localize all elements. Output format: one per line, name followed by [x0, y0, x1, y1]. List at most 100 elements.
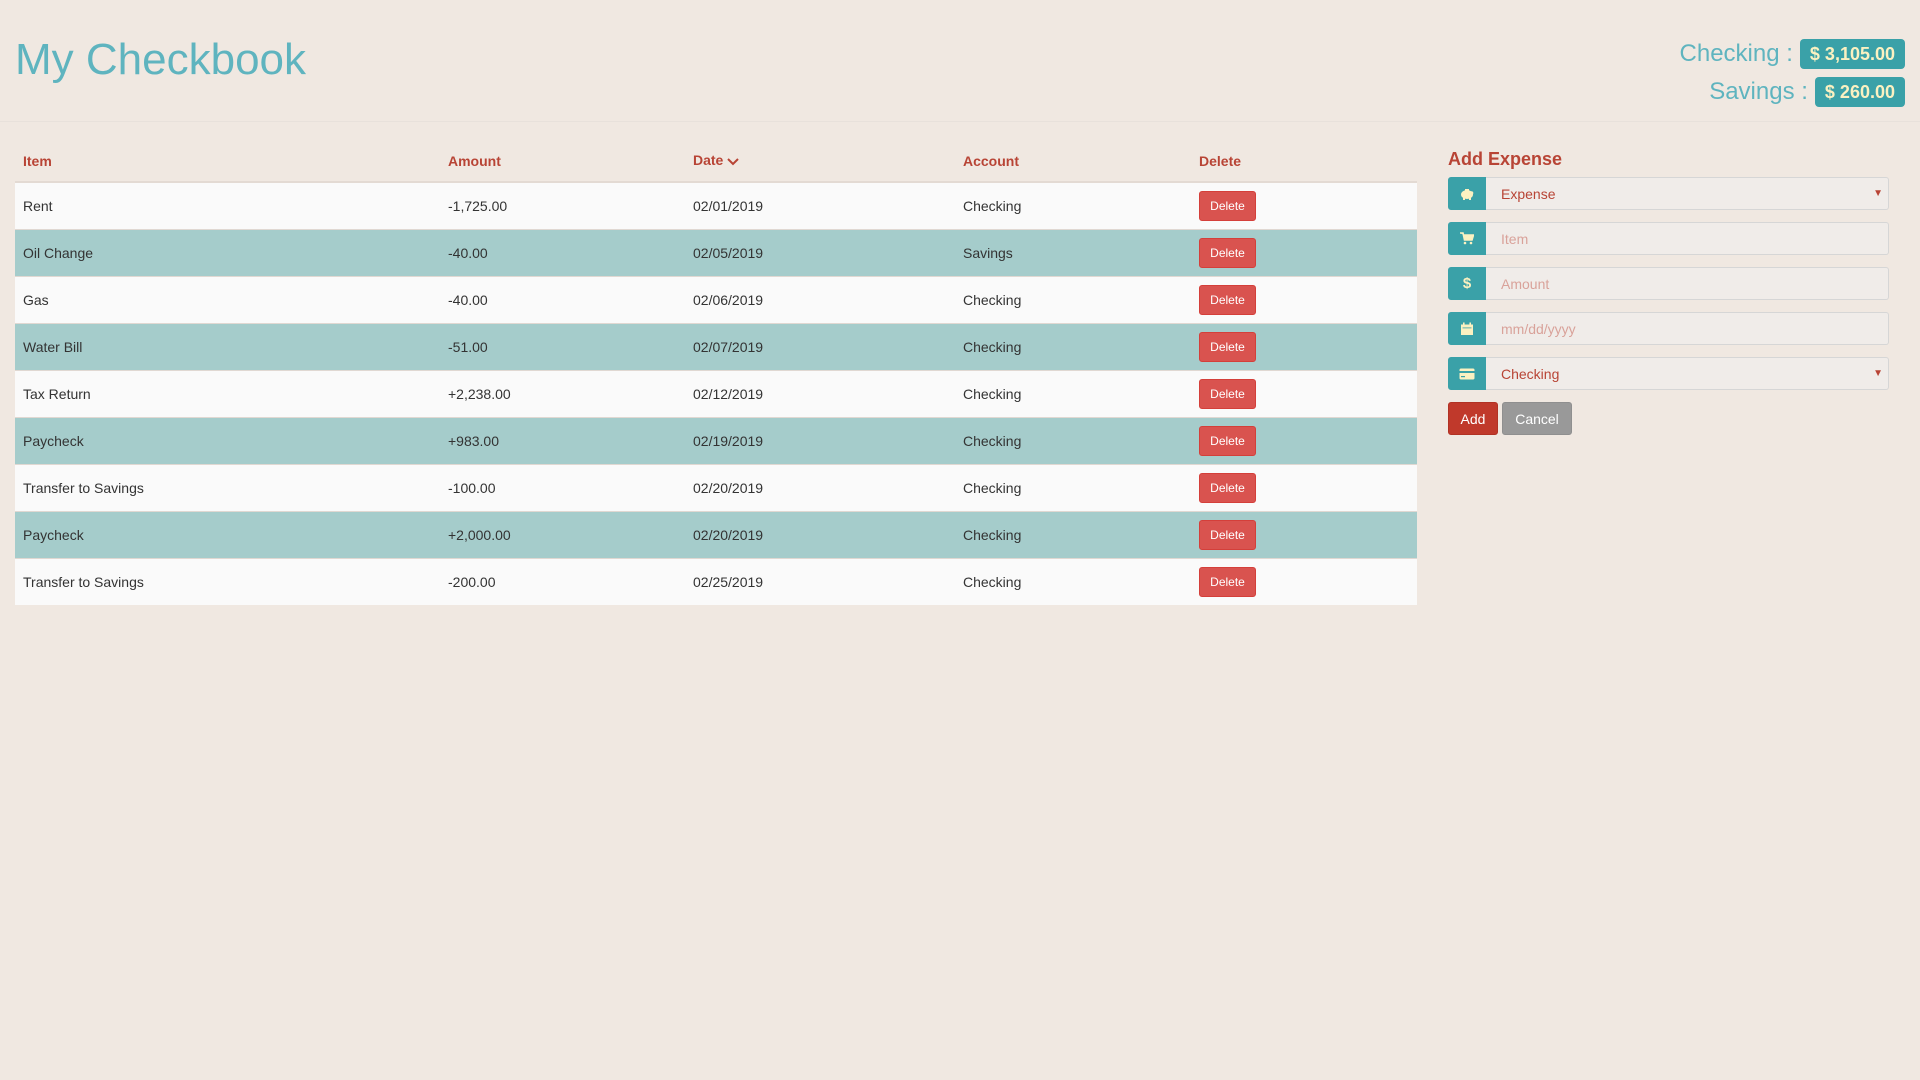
transactions-table: Item Amount Date Account Delete Rent -1,…: [15, 144, 1417, 605]
cell-item: Tax Return: [15, 370, 440, 418]
column-header-date-label: Date: [693, 151, 724, 168]
column-header-account[interactable]: Account: [955, 144, 1191, 183]
amount-input[interactable]: [1486, 267, 1889, 300]
type-field: Expense ▼: [1448, 177, 1889, 210]
cell-amount: +983.00: [440, 417, 685, 465]
form-title: Add Expense: [1448, 149, 1563, 169]
cell-account: Checking: [955, 464, 1191, 512]
cell-date: 02/06/2019: [685, 276, 955, 324]
cell-delete: Delete: [1191, 464, 1417, 512]
cell-amount: +2,238.00: [440, 370, 685, 418]
table-header: Item Amount Date Account Delete: [15, 144, 1417, 183]
delete-button[interactable]: Delete: [1199, 520, 1256, 550]
cell-date: 02/20/2019: [685, 464, 955, 512]
table-row: Rent -1,725.00 02/01/2019 Checking Delet…: [15, 181, 1417, 230]
cell-account: Checking: [955, 276, 1191, 324]
account-select-value: Checking: [1501, 365, 1560, 382]
table-body: Rent -1,725.00 02/01/2019 Checking Delet…: [15, 181, 1417, 605]
cell-item: Transfer to Savings: [15, 464, 440, 512]
table-row: Water Bill -51.00 02/07/2019 Checking De…: [15, 323, 1417, 371]
column-header-amount[interactable]: Amount: [440, 144, 685, 183]
account-select[interactable]: Checking ▼: [1486, 357, 1889, 390]
shopping-cart-icon: [1448, 222, 1486, 255]
cell-amount: -51.00: [440, 323, 685, 371]
type-select[interactable]: Expense ▼: [1486, 177, 1889, 210]
cell-amount: -100.00: [440, 464, 685, 512]
transactions-table-container: Item Amount Date Account Delete Rent -1,…: [15, 144, 1417, 605]
delete-button[interactable]: Delete: [1199, 285, 1256, 315]
table-row: Paycheck +2,000.00 02/20/2019 Checking D…: [15, 511, 1417, 559]
credit-card-icon: [1448, 357, 1486, 390]
cell-delete: Delete: [1191, 323, 1417, 371]
add-button[interactable]: Add: [1448, 402, 1498, 435]
cell-item: Paycheck: [15, 511, 440, 559]
cell-date: 02/01/2019: [685, 181, 955, 230]
cell-amount: -40.00: [440, 276, 685, 324]
type-select-value: Expense: [1501, 185, 1556, 202]
cell-account: Savings: [955, 229, 1191, 277]
cell-item: Transfer to Savings: [15, 558, 440, 605]
cell-delete: Delete: [1191, 417, 1417, 465]
cell-item: Paycheck: [15, 417, 440, 465]
item-field: [1448, 222, 1889, 255]
table-row: Transfer to Savings -200.00 02/25/2019 C…: [15, 558, 1417, 605]
cell-delete: Delete: [1191, 181, 1417, 230]
add-expense-form: Add Expense Expense ▼ $ Checking: [1448, 147, 1889, 435]
cell-account: Checking: [955, 511, 1191, 559]
cell-date: 02/07/2019: [685, 323, 955, 371]
cell-account: Checking: [955, 417, 1191, 465]
table-row: Transfer to Savings -100.00 02/20/2019 C…: [15, 464, 1417, 512]
delete-button[interactable]: Delete: [1199, 379, 1256, 409]
table-row: Tax Return +2,238.00 02/12/2019 Checking…: [15, 370, 1417, 418]
cell-amount: -40.00: [440, 229, 685, 277]
form-actions: Add Cancel: [1448, 402, 1889, 435]
delete-button[interactable]: Delete: [1199, 567, 1256, 597]
column-header-item[interactable]: Item: [15, 144, 440, 183]
cell-item: Rent: [15, 181, 440, 230]
item-input[interactable]: [1486, 222, 1889, 255]
column-header-date[interactable]: Date: [685, 144, 955, 183]
savings-amount-badge: $ 260.00: [1814, 77, 1905, 107]
cell-item: Gas: [15, 276, 440, 324]
cell-account: Checking: [955, 558, 1191, 605]
page-title: My Checkbook: [15, 35, 307, 84]
caret-down-icon: ▼: [1873, 188, 1883, 199]
savings-label: Savings :: [1709, 78, 1808, 105]
piggy-bank-icon: [1448, 177, 1486, 210]
date-field: [1448, 312, 1889, 345]
checking-label: Checking :: [1679, 40, 1793, 67]
date-input[interactable]: [1486, 312, 1889, 345]
caret-down-icon: ▼: [1873, 368, 1883, 379]
cell-item: Water Bill: [15, 323, 440, 371]
table-row: Gas -40.00 02/06/2019 Checking Delete: [15, 276, 1417, 324]
amount-field: $: [1448, 267, 1889, 300]
cell-date: 02/25/2019: [685, 558, 955, 605]
cell-delete: Delete: [1191, 370, 1417, 418]
cell-date: 02/12/2019: [685, 370, 955, 418]
dollar-icon: $: [1448, 267, 1486, 300]
delete-button[interactable]: Delete: [1199, 332, 1256, 362]
page-header: My Checkbook Checking : $ 3,105.00 Savin…: [0, 0, 1920, 122]
cell-delete: Delete: [1191, 511, 1417, 559]
table-row: Paycheck +983.00 02/19/2019 Checking Del…: [15, 417, 1417, 465]
cell-date: 02/20/2019: [685, 511, 955, 559]
cell-delete: Delete: [1191, 558, 1417, 605]
table-row: Oil Change -40.00 02/05/2019 Savings Del…: [15, 229, 1417, 277]
balances-panel: Checking : $ 3,105.00 Savings : $ 260.00: [1680, 36, 1905, 112]
cancel-button[interactable]: Cancel: [1502, 402, 1572, 435]
savings-balance: Savings : $ 260.00: [1680, 74, 1905, 110]
cell-date: 02/19/2019: [685, 417, 955, 465]
delete-button[interactable]: Delete: [1199, 191, 1256, 221]
checking-amount-badge: $ 3,105.00: [1799, 39, 1905, 69]
cell-amount: +2,000.00: [440, 511, 685, 559]
cell-account: Checking: [955, 370, 1191, 418]
calendar-icon: [1448, 312, 1486, 345]
cell-account: Checking: [955, 181, 1191, 230]
cell-delete: Delete: [1191, 276, 1417, 324]
delete-button[interactable]: Delete: [1199, 426, 1256, 456]
delete-button[interactable]: Delete: [1199, 238, 1256, 268]
header-row: Item Amount Date Account Delete: [15, 144, 1417, 183]
cell-amount: -200.00: [440, 558, 685, 605]
cell-account: Checking: [955, 323, 1191, 371]
delete-button[interactable]: Delete: [1199, 473, 1256, 503]
